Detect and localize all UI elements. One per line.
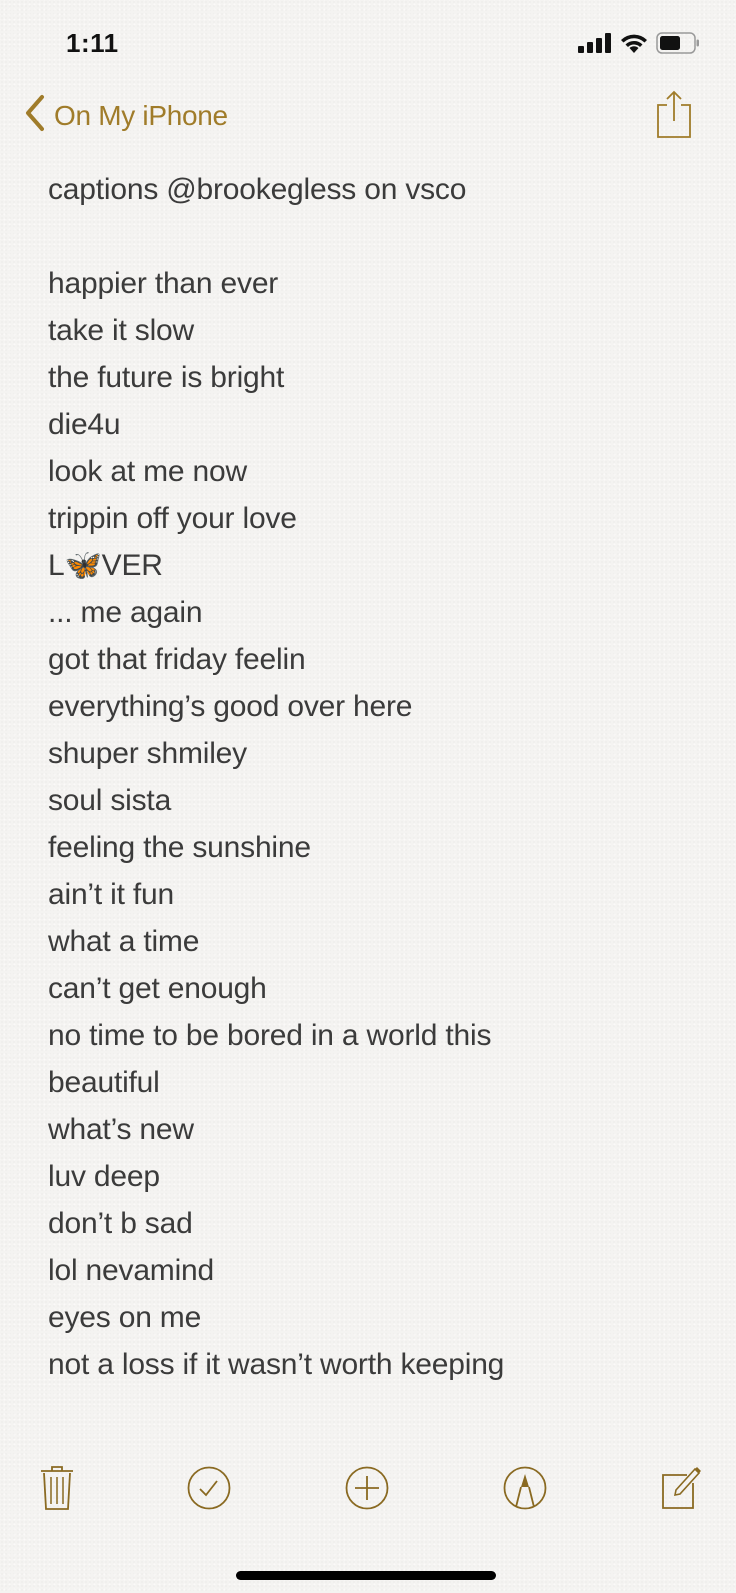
- share-icon: [656, 90, 692, 144]
- status-time: 1:11: [66, 28, 119, 58]
- note-line: what a time: [48, 925, 200, 958]
- navigation-bar: On My iPhone: [0, 90, 736, 150]
- note-line: what’s new: [48, 1113, 194, 1146]
- status-bar: 1:11: [0, 0, 736, 90]
- note-line: trippin off your love: [48, 502, 297, 535]
- note-line: eyes on me: [48, 1301, 202, 1334]
- delete-button[interactable]: [32, 1465, 82, 1515]
- note-line: everything’s good over here: [48, 690, 413, 723]
- add-button[interactable]: [342, 1465, 392, 1515]
- note-line: don’t b sad: [48, 1207, 193, 1240]
- checklist-button[interactable]: [184, 1465, 234, 1515]
- share-button[interactable]: [656, 90, 692, 145]
- note-line: soul sista: [48, 784, 172, 817]
- note-line: feeling the sunshine: [48, 831, 311, 864]
- wifi-icon: [620, 32, 648, 59]
- note-line: beautiful: [48, 1066, 160, 1099]
- cellular-signal-icon: [578, 33, 612, 58]
- note-line: not a loss if it wasn’t worth keeping: [48, 1348, 505, 1381]
- compose-button[interactable]: [656, 1465, 706, 1515]
- markup-button[interactable]: [500, 1465, 550, 1515]
- compose-icon: [659, 1465, 703, 1516]
- checkmark-circle-icon: [186, 1465, 232, 1516]
- note-line: the future is bright: [48, 361, 285, 394]
- note-line: ain’t it fun: [48, 878, 175, 911]
- note-title: captions @brookegless on vsco: [48, 173, 467, 206]
- note-line: no time to be bored in a world this: [48, 1019, 492, 1052]
- note-line: can’t get enough: [48, 972, 267, 1005]
- note-line: look at me now: [48, 455, 247, 488]
- battery-icon: [656, 32, 700, 59]
- note-line: [48, 213, 698, 260]
- note-body[interactable]: captions @brookegless on vsco happier th…: [48, 166, 698, 1388]
- note-line: lol nevamind: [48, 1254, 215, 1287]
- plus-circle-icon: [344, 1465, 390, 1516]
- note-line: ... me again: [48, 596, 203, 629]
- note-line: luv deep: [48, 1160, 160, 1193]
- trash-icon: [40, 1465, 74, 1516]
- status-icons: [578, 32, 700, 59]
- home-indicator[interactable]: [236, 1571, 496, 1580]
- back-button[interactable]: On My iPhone: [24, 94, 228, 137]
- bottom-toolbar: [0, 1465, 736, 1525]
- note-line: got that friday feelin: [48, 643, 306, 676]
- note-line: L🦋VER: [48, 549, 163, 582]
- back-label: On My iPhone: [54, 99, 228, 131]
- note-line: take it slow: [48, 314, 194, 347]
- note-line: die4u: [48, 408, 121, 441]
- pen-tip-circle-icon: [502, 1465, 548, 1516]
- note-line: shuper shmiley: [48, 737, 247, 770]
- chevron-left-icon: [24, 94, 46, 137]
- note-line: happier than ever: [48, 267, 279, 300]
